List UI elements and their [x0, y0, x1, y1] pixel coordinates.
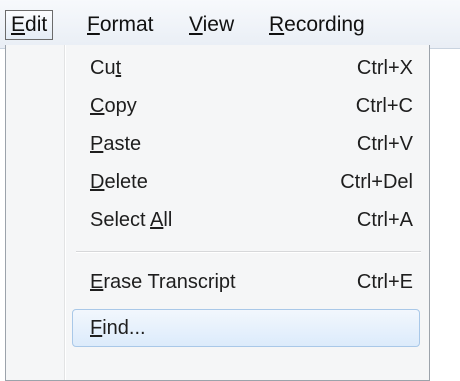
- menu-item-find[interactable]: Find...: [72, 309, 420, 347]
- menu-item-paste-shortcut: Ctrl+V: [356, 133, 413, 155]
- delete-label-post: elete: [104, 171, 148, 193]
- menu-separator: [76, 251, 421, 252]
- menu-view[interactable]: View: [183, 10, 240, 40]
- menu-format-label: ormat: [99, 13, 154, 36]
- menu-item-copy-label: Copy: [90, 87, 137, 125]
- menu-view-label: iew: [202, 13, 235, 36]
- icon-gutter-divider: [64, 45, 65, 380]
- erase-label-post: rase Transcript: [103, 271, 236, 293]
- app-window: Edit Format View Recording Cut Ctrl+X Co…: [0, 0, 460, 381]
- menu-item-erase-transcript-shortcut: Ctrl+E: [356, 271, 413, 293]
- menu-item-find-label: Find...: [90, 310, 146, 346]
- cut-accesskey: t: [115, 57, 122, 79]
- delete-accesskey: D: [90, 171, 105, 193]
- menu-view-accesskey: V: [189, 13, 203, 36]
- cut-label-pre: Cu: [90, 57, 116, 79]
- menu-recording-label: ecording: [284, 13, 365, 36]
- menu-item-select-all-shortcut: Ctrl+A: [356, 209, 413, 231]
- find-accesskey: F: [90, 317, 103, 339]
- menu-item-copy[interactable]: Copy Ctrl+C: [76, 87, 431, 125]
- menu-edit-label: dit: [25, 13, 48, 36]
- menu-item-erase-transcript-label: Erase Transcript: [90, 263, 236, 301]
- menu-recording-accesskey: R: [269, 13, 285, 36]
- menu-format[interactable]: Format: [81, 10, 160, 40]
- find-label-post: ind...: [102, 317, 146, 339]
- menu-item-delete-shortcut: Ctrl+Del: [340, 171, 413, 193]
- paste-accesskey: P: [90, 133, 104, 155]
- menu-edit-accesskey: E: [11, 13, 26, 36]
- menu-item-copy-shortcut: Ctrl+C: [355, 95, 413, 117]
- menu-format-accesskey: F: [87, 13, 100, 36]
- menu-item-cut[interactable]: Cut Ctrl+X: [76, 49, 431, 87]
- menu-item-cut-label: Cut: [90, 49, 121, 87]
- menu-item-cut-shortcut: Ctrl+X: [356, 57, 413, 79]
- menu-item-select-all[interactable]: Select All Ctrl+A: [76, 201, 431, 239]
- menu-item-paste-label: Paste: [90, 125, 141, 163]
- select-all-accesskey: A: [150, 209, 164, 231]
- paste-label-post: aste: [103, 133, 142, 155]
- menu-item-delete[interactable]: Delete Ctrl+Del: [76, 163, 431, 201]
- menu-item-delete-label: Delete: [90, 163, 148, 201]
- menu-recording[interactable]: Recording: [263, 10, 371, 40]
- menu-item-select-all-label: Select All: [90, 201, 172, 239]
- menu-bar: Edit Format View Recording: [0, 0, 460, 49]
- erase-accesskey: E: [90, 271, 104, 293]
- edit-menu-dropdown: Cut Ctrl+X Copy Ctrl+C Paste Ctrl+V Dele…: [5, 45, 430, 381]
- select-all-label-pre: Select: [90, 209, 151, 231]
- copy-label-post: opy: [104, 95, 137, 117]
- select-all-label-post: ll: [163, 209, 173, 231]
- menu-item-paste[interactable]: Paste Ctrl+V: [76, 125, 431, 163]
- menu-item-erase-transcript[interactable]: Erase Transcript Ctrl+E: [76, 263, 431, 301]
- copy-accesskey: C: [90, 95, 105, 117]
- menu-edit[interactable]: Edit: [5, 10, 54, 40]
